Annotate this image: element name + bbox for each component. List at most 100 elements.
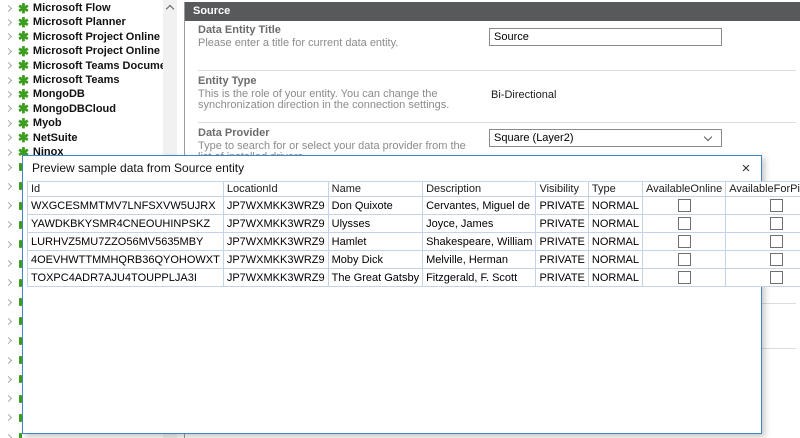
sidebar-item-collapsed[interactable] bbox=[0, 218, 20, 232]
sidebar-item-collapsed[interactable] bbox=[0, 257, 20, 271]
expand-chevron-icon[interactable] bbox=[5, 120, 12, 127]
availableonline-checkbox[interactable] bbox=[678, 271, 691, 284]
grid-cell-visibility: PRIVATE bbox=[536, 215, 588, 233]
grid-column-header-description[interactable]: Description bbox=[423, 182, 536, 197]
data-entity-title-input[interactable] bbox=[489, 28, 722, 46]
expand-chevron-icon[interactable] bbox=[5, 91, 12, 98]
dialog-title: Preview sample data from Source entity bbox=[32, 161, 244, 175]
grid-cell-availableforpickup bbox=[726, 197, 800, 215]
data-provider-dropdown[interactable]: Square (Layer2) bbox=[489, 129, 722, 147]
grid-column-header-id[interactable]: Id bbox=[28, 182, 224, 197]
expand-chevron-icon[interactable] bbox=[5, 221, 12, 228]
grid-column-header-name[interactable]: Name bbox=[328, 182, 422, 197]
expand-chevron-icon[interactable] bbox=[5, 434, 12, 438]
grid-cell-description: Melville, Herman bbox=[423, 251, 536, 269]
sidebar-item-label: Microsoft Flow bbox=[33, 2, 111, 14]
grid-row: WXGCESMMTMV7LNFSXVW5UJRXJP7WXMKK3WRZ9Don… bbox=[28, 197, 800, 215]
grid-column-header-type[interactable]: Type bbox=[588, 182, 642, 197]
expand-chevron-icon[interactable] bbox=[5, 33, 12, 40]
availableonline-checkbox[interactable] bbox=[678, 253, 691, 266]
data-provider-label: Data Provider bbox=[198, 127, 270, 139]
grid-cell-id: WXGCESMMTMV7LNFSXVW5UJRX bbox=[28, 197, 224, 215]
sidebar-item-collapsed[interactable] bbox=[0, 392, 20, 406]
grid-cell-visibility: PRIVATE bbox=[536, 269, 588, 287]
grid-cell-type: NORMAL bbox=[588, 215, 642, 233]
expand-chevron-icon[interactable] bbox=[5, 163, 12, 170]
availableforpickup-checkbox[interactable] bbox=[770, 253, 783, 266]
expand-chevron-icon[interactable] bbox=[5, 19, 12, 26]
expand-chevron-icon[interactable] bbox=[5, 48, 12, 55]
expand-chevron-icon[interactable] bbox=[5, 134, 12, 141]
sidebar-item[interactable]: ✱NetSuite bbox=[0, 131, 163, 145]
expand-chevron-icon[interactable] bbox=[5, 202, 12, 209]
expand-chevron-icon[interactable] bbox=[5, 279, 12, 286]
expand-chevron-icon[interactable] bbox=[5, 318, 12, 325]
grid-cell-name: Moby Dick bbox=[328, 251, 422, 269]
grid-column-header-locationid[interactable]: LocationId bbox=[223, 182, 328, 197]
grid-cell-name: The Great Gatsby bbox=[328, 269, 422, 287]
grid-cell-name: Don Quixote bbox=[328, 197, 422, 215]
grid-cell-id: TOXPC4ADR7AJU4TOUPPLJA3I bbox=[28, 269, 224, 287]
sidebar-item[interactable]: ✱Microsoft Teams bbox=[0, 73, 163, 87]
sidebar-item[interactable]: ✱Microsoft Flow bbox=[0, 1, 163, 15]
sidebar-item-collapsed[interactable] bbox=[0, 199, 20, 213]
sidebar-item[interactable]: ✱Microsoft Teams Documents bbox=[0, 59, 163, 73]
grid-column-header-visibility[interactable]: Visibility bbox=[536, 182, 588, 197]
grid-cell-id: YAWDKBKYSMR4CNEOUHINPSKZ bbox=[28, 215, 224, 233]
availableonline-checkbox[interactable] bbox=[678, 217, 691, 230]
expand-chevron-icon[interactable] bbox=[5, 414, 12, 421]
sidebar-item[interactable]: ✱Microsoft Project Online bbox=[0, 44, 163, 58]
connector-icon: ✱ bbox=[18, 74, 29, 87]
grid-cell-availableforpickup bbox=[726, 269, 800, 287]
availableonline-checkbox[interactable] bbox=[678, 199, 691, 212]
expand-chevron-icon[interactable] bbox=[5, 376, 12, 383]
sidebar-item-collapsed[interactable] bbox=[0, 237, 20, 251]
grid-cell-visibility: PRIVATE bbox=[536, 197, 588, 215]
expand-chevron-icon[interactable] bbox=[5, 76, 12, 83]
availableforpickup-checkbox[interactable] bbox=[770, 235, 783, 248]
expand-chevron-icon[interactable] bbox=[5, 356, 12, 363]
sidebar-item[interactable]: ✱Microsoft Project Online SharePoint bbox=[0, 30, 163, 44]
connector-icon: ✱ bbox=[18, 88, 29, 101]
sidebar-item-collapsed[interactable] bbox=[0, 353, 20, 367]
sidebar-item[interactable]: ✱Microsoft Planner bbox=[0, 15, 163, 29]
sidebar-item-collapsed[interactable] bbox=[0, 295, 20, 309]
grid-column-header-availableonline[interactable]: AvailableOnline bbox=[642, 182, 725, 197]
expand-chevron-icon[interactable] bbox=[5, 260, 12, 267]
grid-column-header-availableforpickup[interactable]: AvailableForPickup bbox=[726, 182, 800, 197]
close-button[interactable]: × bbox=[736, 158, 756, 178]
expand-chevron-icon[interactable] bbox=[5, 395, 12, 402]
expand-chevron-icon[interactable] bbox=[5, 183, 12, 190]
sidebar-item-collapsed[interactable] bbox=[0, 411, 20, 425]
sidebar-item-collapsed[interactable] bbox=[0, 314, 20, 328]
sidebar-item-collapsed[interactable] bbox=[0, 334, 20, 348]
expand-chevron-icon[interactable] bbox=[5, 62, 12, 69]
expand-chevron-icon[interactable] bbox=[5, 4, 12, 11]
dialog-titlebar[interactable]: Preview sample data from Source entity × bbox=[23, 156, 761, 180]
grid-row: TOXPC4ADR7AJU4TOUPPLJA3IJP7WXMKK3WRZ9The… bbox=[28, 269, 800, 287]
sidebar-item[interactable]: ✱MongoDB bbox=[0, 87, 163, 101]
availableforpickup-checkbox[interactable] bbox=[770, 217, 783, 230]
sidebar-item-collapsed[interactable] bbox=[0, 276, 20, 290]
sidebar-item-collapsed[interactable] bbox=[0, 160, 20, 174]
grid-body: WXGCESMMTMV7LNFSXVW5UJRXJP7WXMKK3WRZ9Don… bbox=[28, 197, 800, 287]
sidebar-item[interactable]: ✱MongoDBCloud bbox=[0, 102, 163, 116]
entity-type-value: Bi-Directional bbox=[491, 89, 556, 101]
availableonline-checkbox[interactable] bbox=[678, 235, 691, 248]
availableforpickup-checkbox[interactable] bbox=[770, 271, 783, 284]
sidebar-item[interactable]: ✱Myob bbox=[0, 116, 163, 130]
expand-chevron-icon[interactable] bbox=[5, 337, 12, 344]
grid-cell-type: NORMAL bbox=[588, 197, 642, 215]
availableforpickup-checkbox[interactable] bbox=[770, 199, 783, 212]
grid-cell-availableforpickup bbox=[726, 233, 800, 251]
grid-cell-visibility: PRIVATE bbox=[536, 251, 588, 269]
expand-chevron-icon[interactable] bbox=[5, 148, 12, 155]
sidebar-item-collapsed[interactable] bbox=[0, 430, 20, 438]
sidebar-item-collapsed[interactable] bbox=[0, 372, 20, 386]
grid-cell-availableonline bbox=[642, 269, 725, 287]
expand-chevron-icon[interactable] bbox=[5, 105, 12, 112]
expand-chevron-icon[interactable] bbox=[5, 241, 12, 248]
sidebar-item-collapsed[interactable] bbox=[0, 179, 20, 193]
scroll-up-button[interactable] bbox=[163, 0, 177, 15]
expand-chevron-icon[interactable] bbox=[5, 299, 12, 306]
